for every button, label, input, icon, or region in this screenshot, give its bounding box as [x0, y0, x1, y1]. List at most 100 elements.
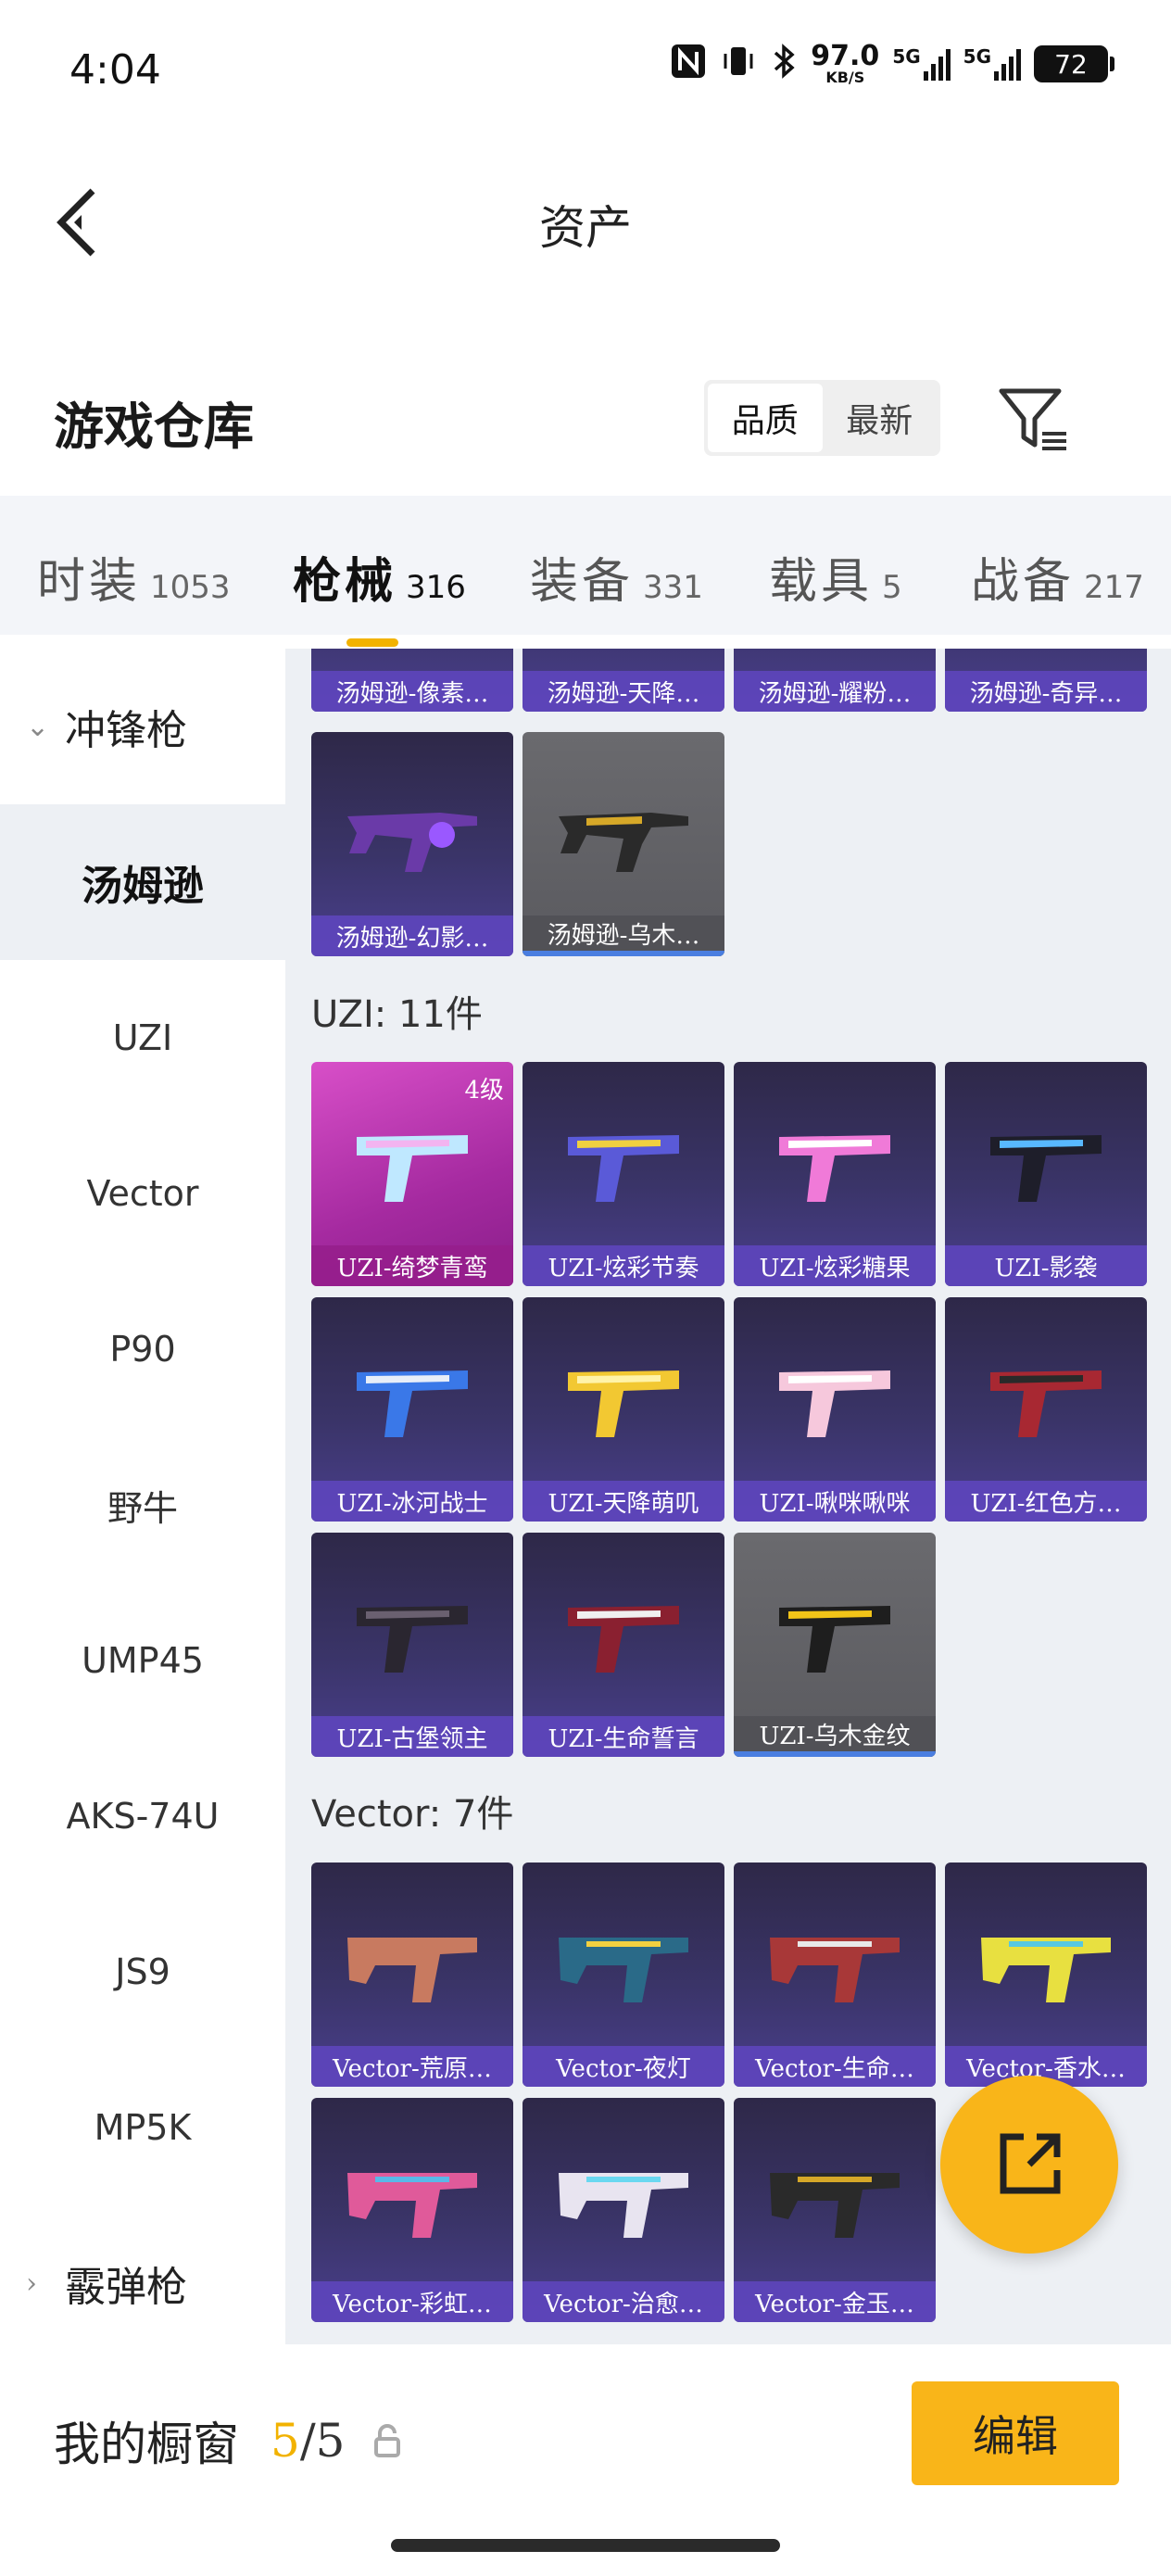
sidebar-item-vector[interactable]: Vector	[0, 1116, 285, 1271]
gun-thumbnail	[347, 2173, 477, 2239]
page-header: 资产	[0, 139, 1171, 297]
skin-name: UZI-生命誓言	[523, 1716, 724, 1757]
section-title-uzi: UZI: 11件	[311, 993, 483, 1036]
tab-count: 1053	[150, 569, 231, 606]
skin-name: UZI-古堡领主	[311, 1716, 513, 1757]
skin-card[interactable]: Vector-生命…	[734, 1863, 936, 2087]
sidebar-item-aks74u[interactable]: AKS-74U	[0, 1738, 285, 1894]
gun-thumbnail	[981, 1938, 1111, 2003]
sidebar-item-ump45[interactable]: UMP45	[0, 1583, 285, 1738]
tab-vehicles[interactable]: 载具 5	[769, 542, 902, 612]
skin-name: 汤姆逊-奇异…	[945, 671, 1147, 712]
sort-quality-button[interactable]: 品质	[708, 384, 823, 452]
skin-name: Vector-金玉…	[734, 2281, 936, 2322]
share-icon	[1000, 2133, 1061, 2194]
skin-card[interactable]: UZI-古堡领主	[311, 1533, 513, 1757]
skin-card[interactable]: UZI-生命誓言	[523, 1533, 724, 1757]
skin-card[interactable]: UZI-炫彩糖果	[734, 1062, 936, 1286]
skin-name: UZI-绮梦青鸾	[311, 1245, 513, 1286]
skin-card[interactable]: Vector-治愈…	[523, 2098, 724, 2322]
bluetooth-icon	[770, 43, 798, 85]
skin-card[interactable]: Vector-荒原…	[311, 1863, 513, 2087]
edit-button[interactable]: 编辑	[912, 2381, 1119, 2485]
skin-card[interactable]: 汤姆逊-幻影…	[311, 732, 513, 956]
gun-thumbnail	[357, 1606, 468, 1673]
active-tab-indicator	[346, 638, 398, 647]
sidebar-item-p90[interactable]: P90	[0, 1271, 285, 1427]
page-title: 资产	[539, 201, 632, 255]
skin-card[interactable]: UZI-影袭	[945, 1062, 1147, 1286]
signal-icon-sim1: 5G	[892, 45, 951, 81]
tab-label: 战备	[971, 554, 1076, 610]
sidebar-item-js9[interactable]: JS9	[0, 1894, 285, 2050]
skin-card[interactable]: UZI-啾咪啾咪	[734, 1297, 936, 1522]
sidebar-group-shotgun[interactable]: › 霰弹枪	[0, 2205, 285, 2361]
sim1-label: 5G	[892, 45, 921, 68]
skin-card[interactable]: 汤姆逊-像素…	[311, 649, 513, 712]
skin-card[interactable]: 汤姆逊-奇异…	[945, 649, 1147, 712]
skin-card[interactable]: 汤姆逊-乌木…	[523, 732, 724, 956]
showcase-count-separator: /	[299, 2414, 316, 2468]
skin-name: 汤姆逊-像素…	[311, 671, 513, 712]
section-title-vector: Vector: 7件	[311, 1793, 514, 1836]
skin-card[interactable]: Vector-金玉…	[734, 2098, 936, 2322]
tab-count: 217	[1084, 569, 1144, 606]
network-speed-unit: KB/S	[825, 69, 865, 86]
skin-card[interactable]: UZI-天降萌叽	[523, 1297, 724, 1522]
gun-thumbnail	[357, 1135, 468, 1203]
gun-thumbnail	[568, 1370, 679, 1438]
skin-name: UZI-红色方…	[945, 1481, 1147, 1522]
home-indicator[interactable]	[391, 2539, 780, 2552]
skin-name: 汤姆逊-天降…	[523, 671, 724, 712]
sidebar-item-mp5k[interactable]: MP5K	[0, 2050, 285, 2205]
network-speed-value: 97.0	[811, 40, 880, 72]
tab-label: 装备	[530, 554, 635, 610]
share-button[interactable]	[940, 2076, 1118, 2254]
skin-card[interactable]: Vector-彩虹…	[311, 2098, 513, 2322]
skin-card[interactable]: Vector-夜灯	[523, 1863, 724, 2087]
skin-name: UZI-炫彩节奏	[523, 1245, 724, 1286]
gun-thumbnail	[347, 813, 477, 873]
gun-thumbnail	[770, 1938, 900, 2003]
sidebar-item-bizon[interactable]: 野牛	[0, 1427, 285, 1583]
showcase-label: 我的橱窗	[54, 2418, 239, 2471]
sidebar-item-thompson[interactable]: 汤姆逊	[0, 804, 285, 960]
showcase-summary: 我的橱窗 5 / 5	[54, 2407, 402, 2474]
skin-card[interactable]: 4级 UZI-绮梦青鸾	[311, 1062, 513, 1286]
sort-newest-button[interactable]: 最新	[823, 384, 938, 452]
battery-icon: 72	[1034, 45, 1114, 82]
skin-name: 汤姆逊-乌木…	[523, 915, 724, 956]
tab-label: 枪械	[293, 553, 397, 610]
sidebar-group-smg[interactable]: ⌄ 冲锋枪	[0, 649, 285, 804]
tab-combat-gear[interactable]: 战备 217	[971, 542, 1144, 612]
skin-card[interactable]: 汤姆逊-耀粉…	[734, 649, 936, 712]
skin-card[interactable]: UZI-冰河战士	[311, 1297, 513, 1522]
warehouse-header: 游戏仓库 品质 最新	[0, 371, 1171, 473]
tab-label: 时装	[37, 554, 142, 610]
gun-thumbnail	[568, 1135, 679, 1203]
skin-card[interactable]: UZI-炫彩节奏	[523, 1062, 724, 1286]
skin-name: Vector-夜灯	[523, 2046, 724, 2087]
status-bar: 4:04 97.0 KB/S 5G 5G 72	[0, 0, 1171, 139]
tab-count: 5	[882, 569, 902, 606]
skin-name: 汤姆逊-幻影…	[311, 915, 513, 956]
status-icons: 97.0 KB/S 5G 5G 72	[670, 40, 1114, 86]
skin-card[interactable]: 汤姆逊-天降…	[523, 649, 724, 712]
tab-guns[interactable]: 枪械 316	[293, 542, 466, 647]
gun-thumbnail	[990, 1370, 1102, 1438]
skin-card[interactable]: Vector-香水…	[945, 1863, 1147, 2087]
tab-equipment[interactable]: 装备 331	[530, 542, 703, 612]
gun-thumbnail	[559, 2173, 688, 2239]
gun-thumbnail	[779, 1370, 890, 1438]
chevron-right-icon: ›	[26, 2267, 37, 2300]
sidebar-item-uzi[interactable]: UZI	[0, 960, 285, 1116]
skin-name: UZI-啾咪啾咪	[734, 1481, 936, 1522]
lock-icon	[374, 2424, 401, 2457]
gun-thumbnail	[779, 1606, 890, 1673]
skin-card[interactable]: UZI-红色方…	[945, 1297, 1147, 1522]
skin-card[interactable]: UZI-乌木金纹	[734, 1533, 936, 1757]
tab-fashion[interactable]: 时装 1053	[37, 542, 231, 612]
tab-label: 载具	[769, 554, 874, 610]
filter-button[interactable]	[996, 382, 1070, 456]
signal-icon-sim2: 5G	[963, 47, 1021, 81]
